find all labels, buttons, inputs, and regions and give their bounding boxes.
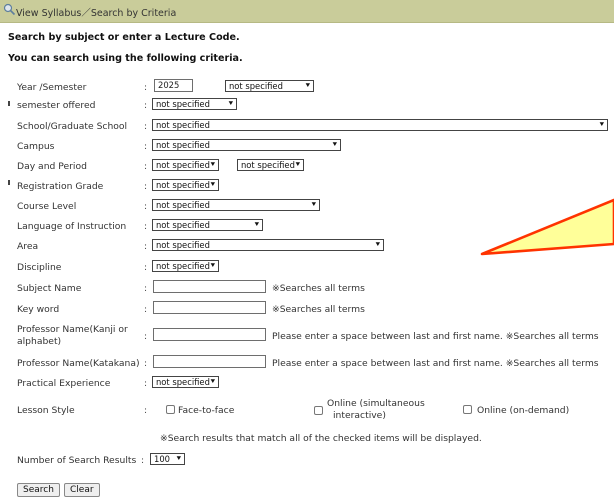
chevron-down-icon: ⯆ <box>175 454 182 463</box>
label-keyword: Key word <box>17 304 60 315</box>
professor-kanji-input[interactable] <box>153 328 266 341</box>
label-course-level: Course Level <box>17 201 77 212</box>
colon: : <box>144 283 148 294</box>
label-professor-katakana: Professor Name(Katakana) <box>17 358 140 369</box>
checkbox-label-online-on-demand: Online (on-demand) <box>477 405 570 416</box>
label-practical-experience: Practical Experience <box>17 378 111 389</box>
practical-experience-select[interactable]: not specified ⯆ <box>152 376 219 388</box>
checkbox-online-on-demand[interactable] <box>463 405 472 414</box>
checkbox-label-face-to-face: Face-to-face <box>178 405 235 416</box>
margin-mark <box>8 101 10 106</box>
clear-button[interactable]: Clear <box>64 483 100 497</box>
title-bar: View Syllabus／Search by Criteria <box>0 0 614 23</box>
chevron-down-icon: ⯆ <box>304 81 311 90</box>
period-select[interactable]: not specified ⯆ <box>237 159 304 171</box>
colon: : <box>144 262 148 273</box>
colon: : <box>144 331 148 342</box>
colon: : <box>144 181 148 192</box>
campus-select[interactable]: not specified ⯆ <box>152 139 341 151</box>
colon: : <box>144 405 148 416</box>
subject-name-input[interactable] <box>153 280 266 293</box>
colon: : <box>144 201 148 212</box>
keyword-hint: ※Searches all terms <box>272 304 365 315</box>
label-school: School/Graduate School <box>17 121 128 132</box>
colon: : <box>144 161 148 172</box>
checkbox-online-simultaneous[interactable] <box>314 406 323 415</box>
keyword-input[interactable] <box>153 301 266 314</box>
professor-kanji-hint: Please enter a space between last and fi… <box>272 331 599 342</box>
chevron-down-icon: ⯆ <box>209 377 216 386</box>
label-discipline: Discipline <box>17 262 62 273</box>
intro-heading: Search by subject or enter a Lecture Cod… <box>8 32 240 43</box>
colon: : <box>144 304 148 315</box>
label-lesson-style: Lesson Style <box>17 405 75 416</box>
intro-subheading: You can search using the following crite… <box>8 53 243 64</box>
school-select[interactable]: not specified ⯆ <box>152 119 608 131</box>
search-icon <box>3 3 16 16</box>
area-select[interactable]: not specified ⯆ <box>152 239 384 251</box>
chevron-down-icon: ⯆ <box>331 140 338 149</box>
checkbox-face-to-face[interactable] <box>166 405 175 414</box>
semester-select[interactable]: not specified ⯆ <box>225 80 314 92</box>
semester-offered-select[interactable]: not specified ⯆ <box>152 98 237 110</box>
colon: : <box>144 378 148 389</box>
label-semester-offered: semester offered <box>17 100 96 111</box>
chevron-down-icon: ⯆ <box>209 160 216 169</box>
colon: : <box>144 141 148 152</box>
chevron-down-icon: ⯆ <box>374 240 381 249</box>
colon: : <box>144 358 148 369</box>
label-area: Area <box>17 241 39 252</box>
discipline-select[interactable]: not specified ⯆ <box>152 260 219 272</box>
label-num-results: Number of Search Results <box>17 455 137 466</box>
annotation-arrow <box>480 198 614 256</box>
subject-name-hint: ※Searches all terms <box>272 283 365 294</box>
day-select[interactable]: not specified ⯆ <box>152 159 219 171</box>
colon: : <box>144 241 148 252</box>
course-level-select[interactable]: not specified ⯆ <box>152 199 320 211</box>
colon: : <box>144 100 148 111</box>
label-year-semester: Year /Semester <box>17 82 87 93</box>
chevron-down-icon: ⯆ <box>227 99 234 108</box>
professor-katakana-hint: Please enter a space between last and fi… <box>272 358 599 369</box>
chevron-down-icon: ⯆ <box>294 160 301 169</box>
colon: : <box>144 82 148 93</box>
colon: : <box>144 121 148 132</box>
year-input[interactable]: 2025 <box>154 79 193 92</box>
search-button[interactable]: Search <box>17 483 60 497</box>
search-note: ※Search results that match all of the ch… <box>160 433 482 444</box>
chevron-down-icon: ⯆ <box>598 120 605 129</box>
margin-mark <box>8 180 10 185</box>
annotation-arrow-shape <box>480 198 614 256</box>
chevron-down-icon: ⯆ <box>209 180 216 189</box>
label-day-period: Day and Period <box>17 161 87 172</box>
chevron-down-icon: ⯆ <box>310 200 317 209</box>
label-professor-kanji: Professor Name(Kanji or alphabet) <box>17 324 128 347</box>
label-language: Language of Instruction <box>17 221 127 232</box>
colon: : <box>144 221 148 232</box>
page-title: View Syllabus／Search by Criteria <box>16 8 177 19</box>
registration-grade-select[interactable]: not specified ⯆ <box>152 179 219 191</box>
chevron-down-icon: ⯆ <box>253 220 260 229</box>
num-results-select[interactable]: 100 ⯆ <box>150 453 185 465</box>
label-registration-grade: Registration Grade <box>17 181 104 192</box>
checkbox-label-online-simultaneous: Online (simultaneous interactive) <box>327 398 425 421</box>
colon: : <box>141 455 145 466</box>
chevron-down-icon: ⯆ <box>209 261 216 270</box>
professor-katakana-input[interactable] <box>153 355 266 368</box>
language-select[interactable]: not specified ⯆ <box>152 219 263 231</box>
label-campus: Campus <box>17 141 55 152</box>
label-subject-name: Subject Name <box>17 283 82 294</box>
